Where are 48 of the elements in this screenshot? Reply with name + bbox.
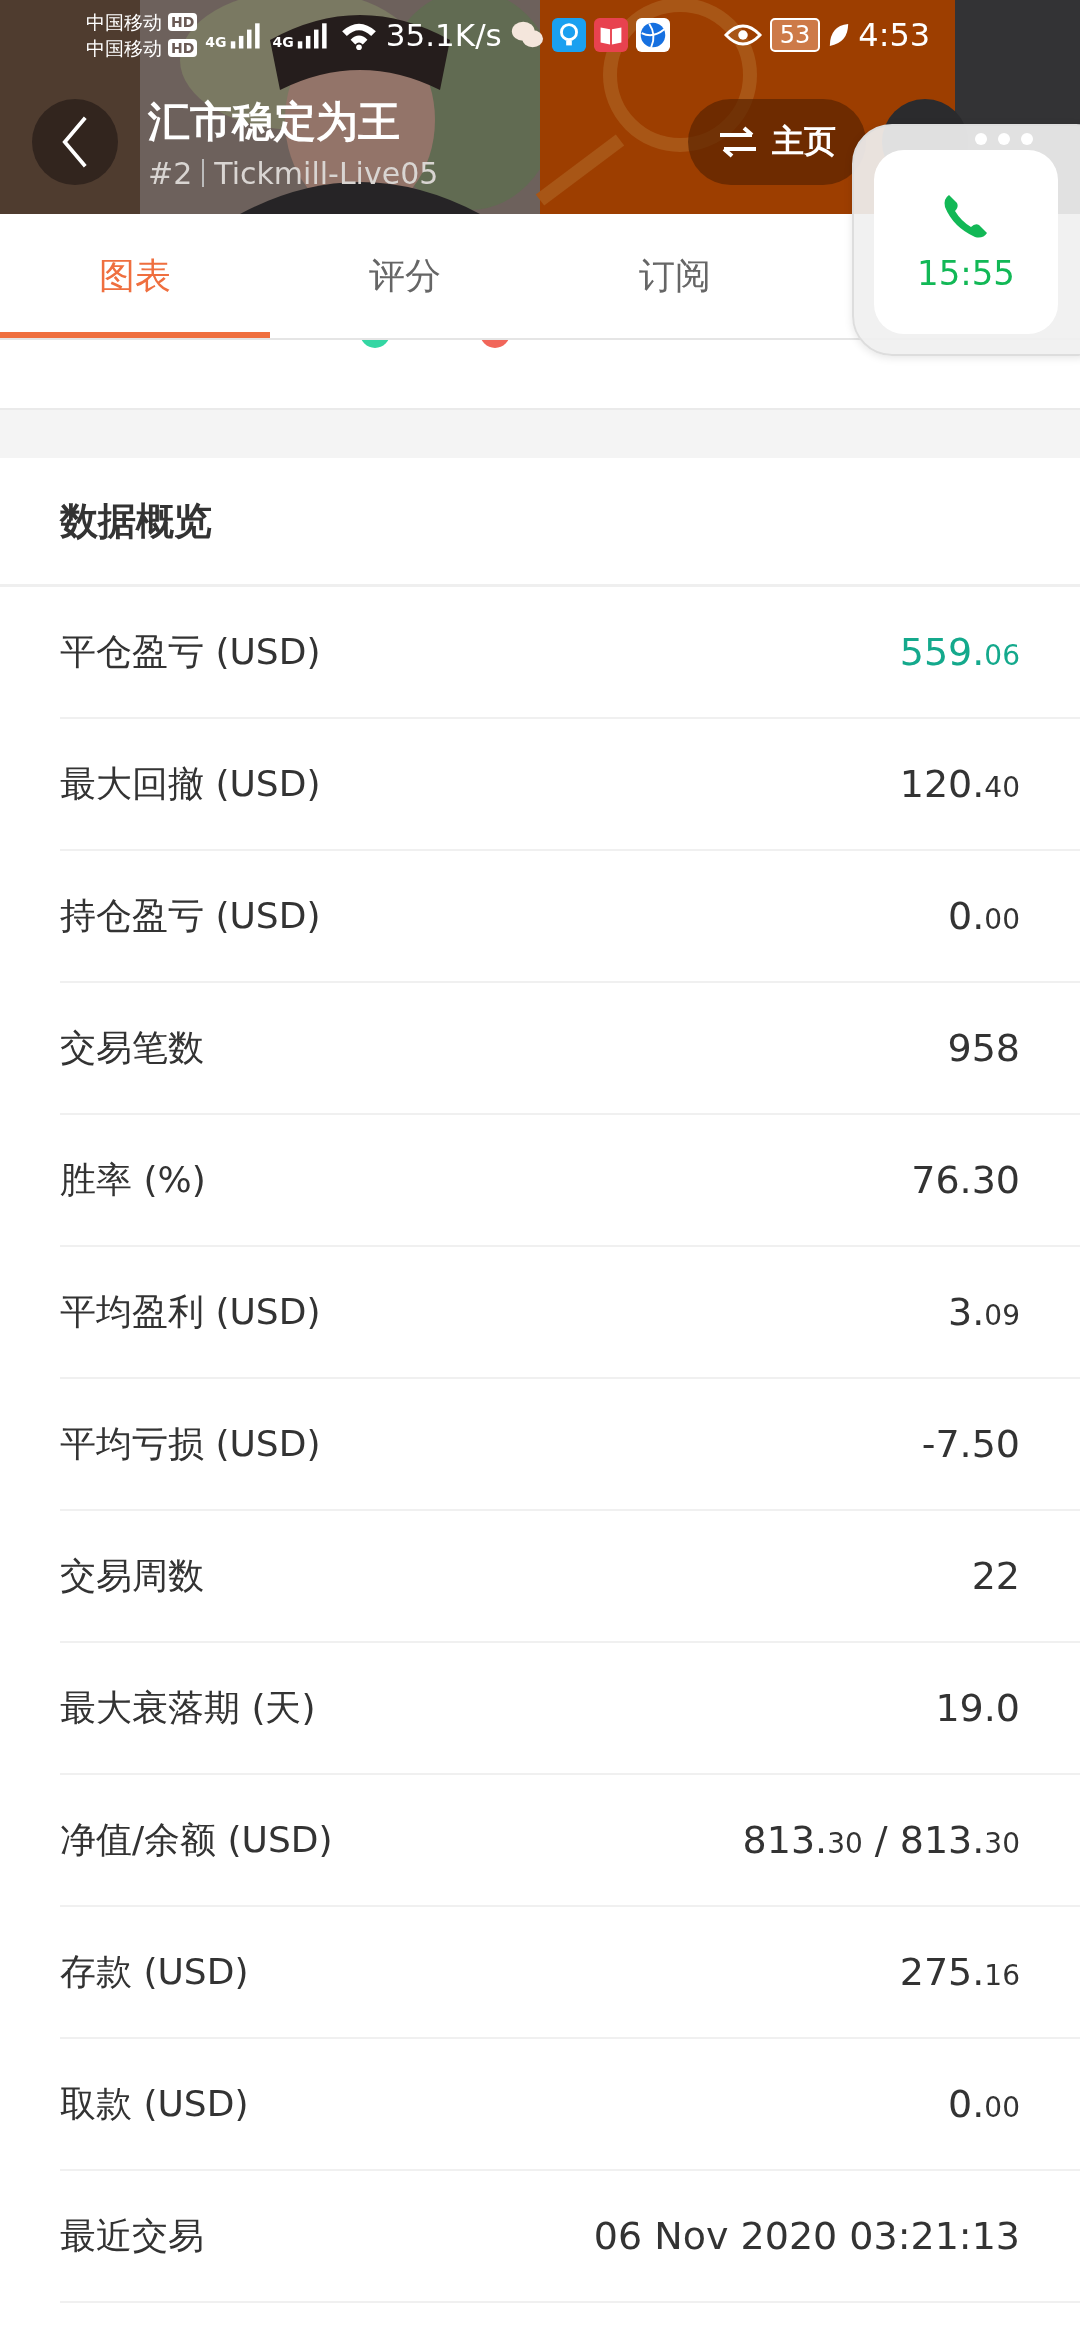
back-icon [61, 114, 89, 170]
hd-badge: HD [168, 13, 198, 31]
stat-label: 最大衰落期 (天) [60, 1685, 316, 1730]
call-duration: 15:55 [917, 253, 1015, 293]
leaf-icon [828, 22, 851, 48]
book-app-icon [593, 18, 628, 52]
stat-value: 0.00 [948, 894, 1020, 938]
stat-value: 958 [947, 1026, 1020, 1070]
stat-value: 0.00 [948, 2082, 1020, 2126]
stat-label: 平仓盈亏 (USD) [60, 629, 321, 674]
stat-label: 平均亏损 (USD) [60, 1421, 321, 1466]
stat-value: 120.40 [899, 762, 1020, 806]
carrier-name: 中国移动 [86, 36, 162, 61]
page-title: 汇市稳定为王 [148, 95, 400, 148]
battery-level: 53 [769, 18, 821, 52]
stat-label: 最大回撤 (USD) [60, 761, 321, 806]
lightbulb-app-icon [551, 18, 586, 52]
eye-icon [723, 22, 762, 48]
stat-label: 存款 (USD) [60, 1949, 249, 1994]
stat-value: 06 Nov 2020 03:21:13 [593, 2214, 1020, 2258]
stat-label: 平均盈利 (USD) [60, 1289, 321, 1334]
rank-label: #2 [148, 155, 193, 191]
swap-icon [718, 125, 758, 159]
globe-app-icon [635, 18, 670, 52]
network-speed: 35.1K/s [385, 17, 502, 53]
stat-label: 胜率 (%) [60, 1157, 206, 1202]
stat-value: 3.09 [948, 1290, 1020, 1334]
stat-label: 交易周数 [60, 1553, 204, 1598]
network-label: 4G [205, 34, 227, 50]
stat-value: -7.50 [921, 1422, 1020, 1466]
stat-label: 交易笔数 [60, 1025, 204, 1070]
stat-value: 76.30 [911, 1158, 1020, 1202]
hd-badge: HD [168, 39, 198, 57]
stat-label: 净值/余额 (USD) [60, 1817, 333, 1862]
section-title: 数据概览 [0, 458, 1080, 587]
network-label: 4G [272, 34, 294, 50]
stat-value: 559.06 [899, 630, 1020, 674]
more-dots-icon [974, 132, 1034, 146]
stat-label: 最近交易 [60, 2213, 204, 2258]
stat-value: 19.0 [935, 1686, 1020, 1730]
stat-value: 22 [971, 1554, 1020, 1598]
stat-value: 275.16 [899, 1950, 1020, 1994]
stat-value: 813.30 / 813.30 [742, 1818, 1020, 1862]
account-name: Tickmill-Live05 [214, 155, 439, 191]
stat-label: 取款 (USD) [60, 2081, 249, 2126]
clock-time: 4:53 [858, 16, 931, 54]
carrier-name: 中国移动 [86, 10, 162, 35]
stat-label: 持仓盈亏 (USD) [60, 893, 321, 938]
